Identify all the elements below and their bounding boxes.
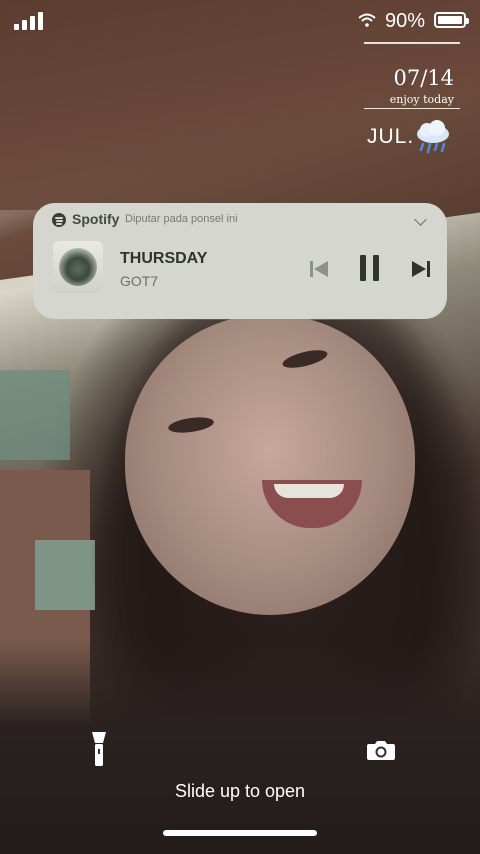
widget-month: JUL.: [367, 125, 415, 148]
album-art: [53, 241, 103, 293]
wifi-icon: [358, 13, 376, 27]
battery-icon: [434, 12, 469, 28]
notification-app-name: Spotify: [72, 211, 120, 227]
wallpaper-teeth: [274, 484, 344, 498]
flashlight-icon[interactable]: [91, 731, 107, 767]
next-icon[interactable]: [410, 258, 432, 280]
pause-icon[interactable]: [357, 254, 383, 282]
signal-strength-icon: [14, 12, 43, 30]
rain-cloud-icon: [417, 120, 449, 154]
battery-percentage: 90%: [385, 10, 426, 32]
notification-subtitle: Diputar pada ponsel ini: [125, 213, 238, 225]
previous-icon[interactable]: [308, 258, 330, 280]
widget-divider: [364, 108, 460, 109]
widget-tagline: enjoy today: [389, 93, 454, 106]
camera-icon[interactable]: [366, 739, 396, 761]
wallpaper-jacket: [0, 640, 480, 854]
home-indicator[interactable]: [163, 830, 317, 836]
widget-date: 07/14: [393, 66, 454, 90]
track-title: THURSDAY: [120, 250, 208, 267]
wallpaper-face: [125, 315, 415, 615]
track-artist: GOT7: [120, 273, 159, 289]
spotify-logo-icon: [52, 213, 66, 227]
slide-up-hint: Slide up to open: [174, 781, 306, 801]
widget-top-divider: [364, 42, 460, 44]
